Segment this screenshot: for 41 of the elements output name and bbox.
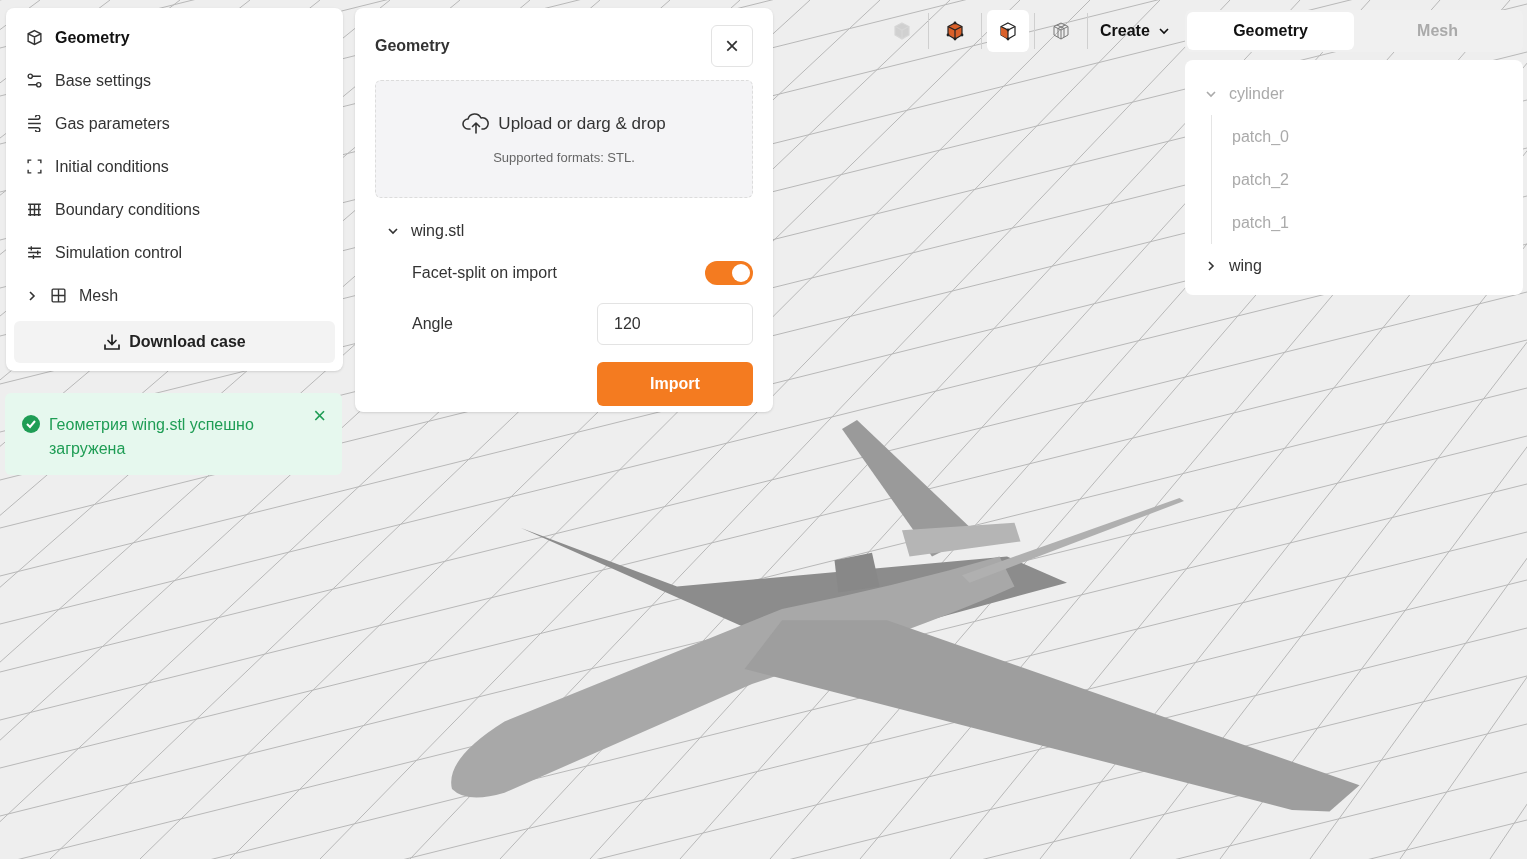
chevron-right-icon	[1205, 259, 1217, 272]
sidebar-item[interactable]: Boundary conditions	[14, 188, 335, 231]
view-mode-button[interactable]	[987, 10, 1029, 52]
panel-title: Geometry	[375, 36, 450, 56]
create-menu[interactable]: Create	[1088, 19, 1182, 43]
cube-icon	[26, 29, 43, 46]
check-circle-icon	[21, 414, 41, 434]
toast-message: Геометрия wing.stl успешно загружена	[49, 415, 255, 459]
close-button[interactable]: ×	[711, 25, 753, 67]
sidebar-item[interactable]: Gas parameters	[14, 102, 335, 145]
angle-input[interactable]: 120	[597, 303, 753, 345]
wind-icon	[26, 115, 43, 132]
cloud-upload-icon	[462, 111, 491, 136]
facet-split-label: Facet-split on import	[412, 263, 557, 283]
cube-icon	[945, 21, 965, 41]
chevron-down-icon[interactable]	[387, 225, 399, 237]
supported-formats-hint: Supported formats: STL.	[493, 149, 635, 167]
sidebar-item[interactable]: Geometry	[14, 16, 335, 59]
tab[interactable]: Geometry	[1187, 12, 1354, 50]
wireframe-cube-icon	[1051, 21, 1071, 41]
sliders-icon	[26, 244, 43, 261]
frame-icon	[26, 158, 43, 175]
chevron-right-icon	[26, 289, 38, 302]
cube-icon	[892, 21, 912, 41]
upload-label: Upload or darg & drop	[498, 112, 666, 135]
sliders-icon	[26, 72, 43, 89]
sidebar-item[interactable]: Initial conditions	[14, 145, 335, 188]
grid-icon	[26, 201, 43, 218]
chevron-down-icon	[1157, 25, 1170, 37]
download-icon	[103, 333, 122, 351]
sidebar-item[interactable]: Simulation control	[14, 231, 335, 274]
grid-icon	[50, 287, 67, 304]
tree-item[interactable]: wing	[1205, 244, 1262, 287]
sidebar-item[interactable]: Mesh	[14, 274, 335, 317]
download-case-button[interactable]: Download case	[14, 321, 335, 363]
sidebar-item[interactable]: Base settings	[14, 59, 335, 102]
file-name: wing.stl	[411, 221, 465, 241]
facet-split-toggle[interactable]	[705, 261, 753, 285]
upload-dropzone[interactable]: Upload or darg & drop Supported formats: STL.	[375, 80, 753, 198]
angle-label: Angle	[412, 314, 453, 334]
cube-icon	[998, 21, 1018, 41]
